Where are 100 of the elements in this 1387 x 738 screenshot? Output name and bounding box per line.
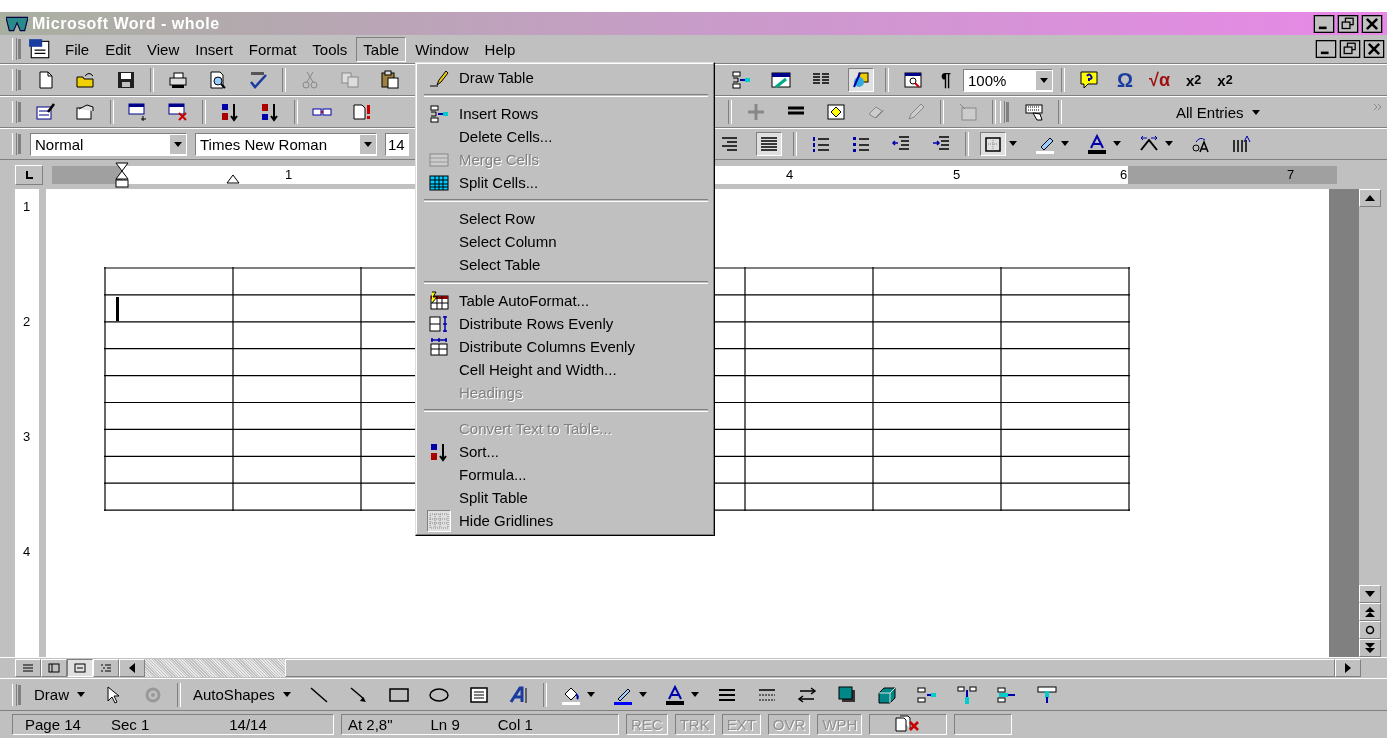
- dropdown-arrow-icon[interactable]: [690, 691, 699, 698]
- menu-item[interactable]: Split Table: [418, 486, 712, 509]
- status-text: 14/14: [229, 715, 267, 733]
- ruler-number: 1: [23, 199, 31, 214]
- status-text: Ln 9: [430, 715, 460, 733]
- insert-rows-icon: [427, 103, 450, 124]
- online-layout-icon[interactable]: [41, 659, 67, 677]
- draw-menu-button[interactable]: Draw: [28, 682, 91, 707]
- next-page-icon[interactable]: [1359, 639, 1381, 657]
- window-title: Microsoft Word - whole: [32, 14, 220, 33]
- scroll-right-icon[interactable]: [1335, 659, 1361, 677]
- menu-item[interactable]: Format: [241, 36, 304, 62]
- menu-item[interactable]: Insert Rows: [418, 102, 712, 125]
- menu-item[interactable]: View: [140, 36, 187, 62]
- status-text: At 2,8": [348, 715, 393, 733]
- indent-marker-icon[interactable]: [115, 161, 129, 188]
- distribute-columns-icon: [427, 336, 450, 357]
- caret-icon: [364, 141, 372, 147]
- ruler-number: 1: [285, 166, 293, 182]
- minimize-icon[interactable]: [1315, 40, 1337, 58]
- menu-item[interactable]: Distribute Rows Evenly: [418, 312, 712, 335]
- table-autoformat-icon: [427, 290, 450, 311]
- menu-item[interactable]: Select Column: [418, 230, 712, 253]
- dropdown-arrow-icon[interactable]: [1113, 141, 1121, 147]
- browse-object-icon[interactable]: [1359, 621, 1381, 639]
- scroll-up-icon[interactable]: [1359, 189, 1381, 207]
- menu-item[interactable]: Window: [408, 36, 476, 62]
- minimize-icon[interactable]: [1313, 14, 1335, 33]
- menu-item[interactable]: Insert: [188, 36, 240, 62]
- menu-item[interactable]: Select Table: [418, 253, 712, 276]
- menu-item[interactable]: Formula...: [418, 463, 712, 486]
- zoom-dropdown[interactable]: 100%: [963, 68, 1053, 92]
- ruler-number: 4: [23, 544, 31, 559]
- ruler-margin: [52, 165, 122, 184]
- style-dropdown[interactable]: Normal: [30, 132, 187, 156]
- status-panel: [954, 713, 1013, 735]
- caret-icon: [1251, 109, 1260, 115]
- justify-icon[interactable]: [756, 132, 782, 156]
- dropdown-button[interactable]: [1036, 70, 1052, 90]
- normal-view-icon[interactable]: [15, 659, 41, 677]
- page-layout-icon[interactable]: [67, 659, 93, 677]
- autotext-dropdown[interactable]: All Entries: [1066, 103, 1300, 121]
- dropdown-arrow-icon[interactable]: [586, 691, 595, 698]
- dropdown-arrow-icon[interactable]: [1061, 141, 1069, 147]
- ruler-number: 2: [23, 314, 31, 329]
- distribute-rows-icon: [427, 313, 450, 334]
- shapes-icon[interactable]: [848, 68, 874, 92]
- tab-selector[interactable]: [15, 164, 43, 185]
- show-formatting-button[interactable]: ¶: [935, 68, 957, 92]
- restore-icon[interactable]: [1339, 40, 1361, 58]
- caret-icon: [282, 692, 291, 697]
- caret-icon: [1040, 77, 1048, 83]
- menu-item[interactable]: Sort...: [418, 440, 712, 463]
- outline-view-icon[interactable]: [93, 659, 119, 677]
- menu-item[interactable]: Edit: [98, 36, 139, 62]
- ruler-number: 4: [786, 166, 794, 182]
- symbol-button[interactable]: Ω: [1111, 68, 1140, 92]
- scroll-thumb[interactable]: [285, 659, 1335, 677]
- dropdown-button[interactable]: [360, 134, 376, 154]
- menu-item[interactable]: Tools: [305, 36, 355, 62]
- dropdown-arrow-icon[interactable]: [638, 691, 647, 698]
- menu-item[interactable]: Distribute Columns Evenly: [418, 335, 712, 358]
- dropdown-arrow-icon[interactable]: [1009, 141, 1017, 147]
- menu-item[interactable]: Split Cells...: [418, 171, 712, 194]
- menu-item[interactable]: Delete Cells...: [418, 125, 712, 148]
- restore-icon[interactable]: [1337, 14, 1359, 33]
- font-dropdown[interactable]: Times New Roman: [195, 132, 377, 156]
- split-cells-icon: [427, 172, 450, 193]
- ruler-number: 6: [1120, 166, 1128, 182]
- equation-button[interactable]: √α: [1143, 68, 1176, 92]
- menu-item[interactable]: File: [58, 36, 97, 62]
- menu-item[interactable]: Draw Table: [418, 66, 712, 89]
- ruler-number: 3: [23, 429, 31, 444]
- ruler-number: 5: [953, 166, 961, 182]
- dropdown-arrow-icon[interactable]: [1165, 141, 1173, 147]
- menu-item[interactable]: Table AutoFormat...: [418, 289, 712, 312]
- status-text: Page 14: [25, 715, 81, 733]
- close-icon[interactable]: [1361, 14, 1383, 33]
- dropdown-button[interactable]: [170, 134, 186, 154]
- menu-item[interactable]: Table: [356, 36, 407, 62]
- ruler-number: 7: [1287, 166, 1295, 182]
- document-icon[interactable]: [28, 38, 52, 60]
- scroll-left-icon[interactable]: [119, 659, 145, 677]
- font-size-dropdown[interactable]: 14: [385, 132, 409, 156]
- gridlines-icon: [426, 509, 451, 532]
- menu-item[interactable]: Select Row: [418, 207, 712, 230]
- app-icon: [6, 14, 28, 33]
- status-text: Sec 1: [110, 715, 150, 733]
- border-icon[interactable]: [980, 132, 1006, 156]
- menu-item[interactable]: Help: [477, 36, 523, 62]
- status-text: Col 1: [497, 715, 533, 733]
- previous-page-icon[interactable]: [1359, 603, 1381, 621]
- menu-item[interactable]: Cell Height and Width...: [418, 358, 712, 381]
- scroll-down-icon[interactable]: [1359, 585, 1381, 603]
- menu-item[interactable]: Hide Gridlines: [418, 509, 712, 532]
- close-icon[interactable]: [1363, 40, 1385, 58]
- caret-icon: [174, 141, 182, 147]
- right-indent-marker-icon[interactable]: [226, 173, 240, 184]
- tab-stop-icon: [24, 169, 34, 180]
- autoshapes-menu-button[interactable]: AutoShapes: [187, 682, 297, 707]
